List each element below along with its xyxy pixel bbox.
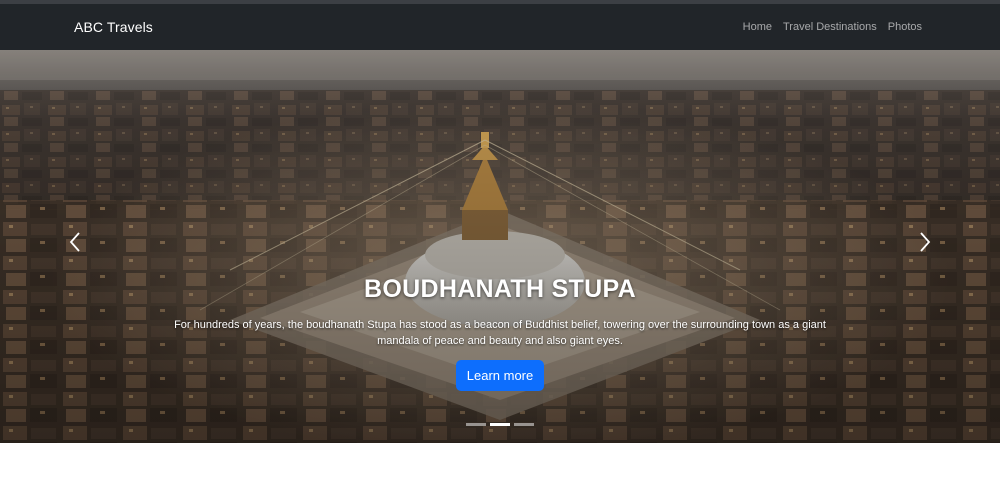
nav-link-travel-destinations[interactable]: Travel Destinations (783, 21, 877, 33)
brand-logo-link[interactable]: ABC Travels (74, 19, 153, 35)
nav-link-home[interactable]: Home (743, 21, 772, 33)
carousel-indicator-2[interactable] (490, 423, 510, 426)
carousel-indicators (0, 423, 1000, 426)
chevron-left-icon (69, 232, 80, 252)
carousel-indicator-3[interactable] (514, 423, 534, 426)
slide-title: BOUDHANATH STUPA (364, 275, 636, 303)
hero-carousel: BOUDHANATH STUPA For hundreds of years, … (0, 50, 1000, 443)
nav-link-photos[interactable]: Photos (888, 21, 922, 33)
navbar: ABC Travels Home Travel Destinations Pho… (0, 4, 1000, 50)
nav-links: Home Travel Destinations Photos (743, 21, 922, 33)
carousel-prev-button[interactable] (55, 222, 95, 262)
chevron-right-icon (920, 232, 931, 252)
learn-more-button[interactable]: Learn more (455, 360, 545, 391)
carousel-indicator-1[interactable] (466, 423, 486, 426)
carousel-next-button[interactable] (905, 222, 945, 262)
slide-description: For hundreds of years, the boudhanath St… (174, 319, 826, 347)
slide-caption: BOUDHANATH STUPA For hundreds of years, … (150, 275, 850, 391)
